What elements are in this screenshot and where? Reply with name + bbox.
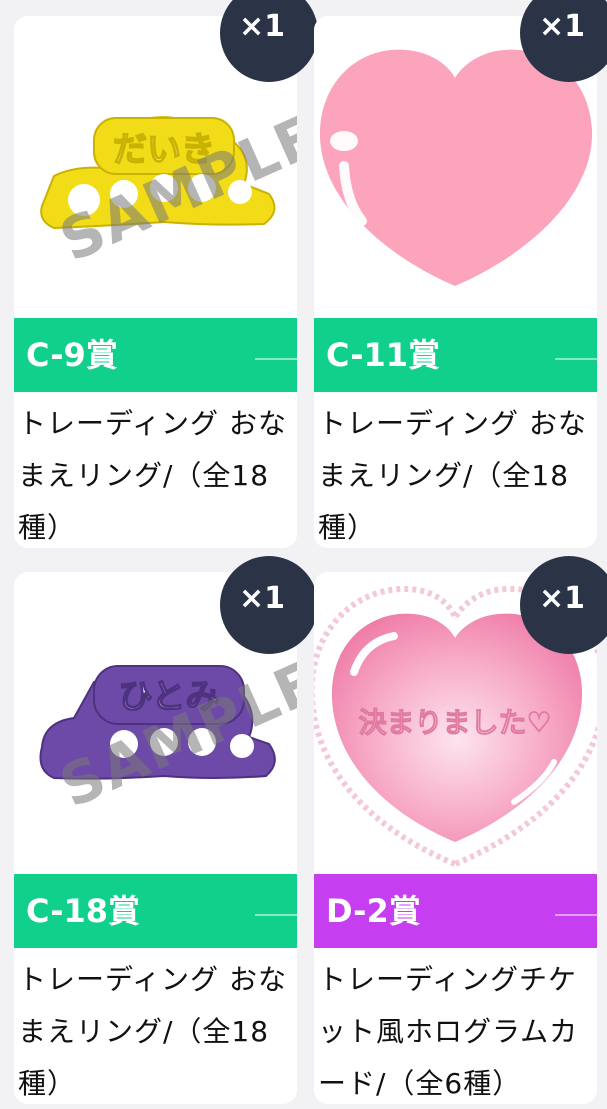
band-divider	[555, 914, 597, 916]
prize-label: C-11賞	[326, 336, 441, 374]
prize-card[interactable]: だいき SAMPLE C-9賞 トレーディング おなまえリング/（全18種）	[14, 16, 297, 548]
svg-text:決まりました♡: 決まりました♡	[358, 706, 551, 739]
band-divider	[555, 358, 597, 360]
prize-label: C-18賞	[26, 892, 141, 930]
prize-description: トレーディング おなまえリング/（全18種）	[18, 407, 287, 544]
prize-label-band: C-9賞	[14, 318, 297, 392]
quantity-badge: ×1	[520, 556, 607, 654]
prize-description: トレーディングチケット風ホログラムカード/（全6種）	[318, 963, 579, 1100]
band-divider	[255, 914, 297, 916]
prize-label: C-9賞	[26, 336, 118, 374]
prize-label: D-2賞	[326, 892, 421, 930]
band-divider	[255, 358, 297, 360]
prize-description: トレーディング おなまえリング/（全18種）	[318, 407, 587, 544]
prize-description: トレーディング おなまえリング/（全18種）	[18, 963, 287, 1100]
prize-label-band: C-11賞	[314, 318, 597, 392]
prize-label-band: C-18賞	[14, 874, 297, 948]
prize-card[interactable]: C-11賞 トレーディング おなまえリング/（全18種）	[314, 16, 597, 548]
quantity-badge: ×1	[220, 556, 318, 654]
prize-label-band: D-2賞	[314, 874, 597, 948]
